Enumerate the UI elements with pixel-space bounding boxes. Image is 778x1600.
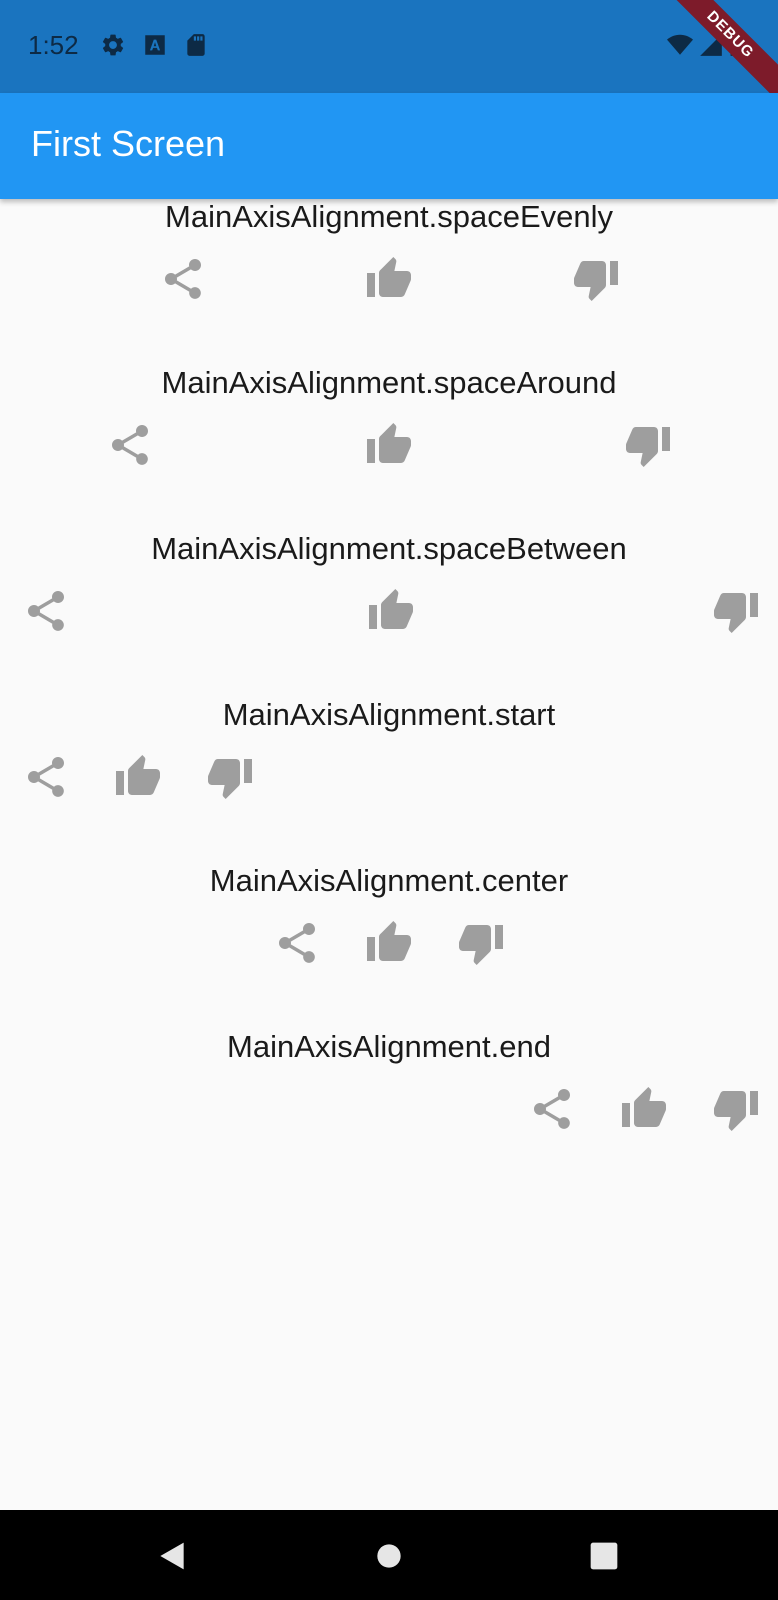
section-label: MainAxisAlignment.spaceEvenly xyxy=(165,199,613,234)
section-center: MainAxisAlignment.center xyxy=(0,863,778,1033)
section-label: MainAxisAlignment.spaceBetween xyxy=(151,531,627,566)
thumb-down-icon xyxy=(712,1085,760,1133)
section-space-around: MainAxisAlignment.spaceAround xyxy=(0,365,778,535)
share-icon xyxy=(273,919,321,967)
thumb-up-icon xyxy=(365,421,413,469)
section-space-between: MainAxisAlignment.spaceBetween xyxy=(0,531,778,701)
thumb-down-icon xyxy=(457,919,505,967)
icon-row xyxy=(0,587,778,635)
back-icon[interactable] xyxy=(152,1536,192,1576)
thumb-up-icon xyxy=(365,919,413,967)
thumb-down-icon xyxy=(712,587,760,635)
share-icon xyxy=(528,1085,576,1133)
navigation-bar xyxy=(0,1510,778,1600)
icon-row xyxy=(0,255,778,303)
thumb-up-icon xyxy=(365,255,413,303)
status-bar: 1:52 DEBUG xyxy=(0,0,778,93)
page-title: First Screen xyxy=(31,123,226,164)
thumb-up-icon xyxy=(620,1085,668,1133)
thumb-down-icon xyxy=(206,753,254,801)
section-end: MainAxisAlignment.end xyxy=(0,1029,778,1199)
recents-icon[interactable] xyxy=(584,1536,624,1576)
home-icon[interactable] xyxy=(369,1536,409,1576)
icon-row xyxy=(0,753,778,801)
thumb-up-icon xyxy=(114,753,162,801)
section-label: MainAxisAlignment.end xyxy=(227,1029,551,1064)
section-label: MainAxisAlignment.start xyxy=(222,697,556,732)
section-label: MainAxisAlignment.center xyxy=(209,863,569,898)
share-icon xyxy=(106,421,154,469)
settings-icon xyxy=(100,32,126,58)
icon-row xyxy=(0,421,778,469)
thumb-down-icon xyxy=(624,421,672,469)
share-icon xyxy=(22,753,70,801)
icon-row xyxy=(0,1085,778,1133)
sd-card-icon xyxy=(183,32,209,58)
icon-row xyxy=(0,919,778,967)
status-time: 1:52 xyxy=(28,30,79,60)
share-icon xyxy=(159,255,207,303)
share-icon xyxy=(22,587,70,635)
thumb-down-icon xyxy=(572,255,620,303)
thumb-up-icon xyxy=(367,587,415,635)
wifi-icon xyxy=(665,32,695,58)
app-bar: First Screen xyxy=(0,93,778,199)
section-label: MainAxisAlignment.spaceAround xyxy=(161,365,617,400)
section-space-evenly: MainAxisAlignment.spaceEvenly xyxy=(0,199,778,369)
a-icon xyxy=(142,32,168,58)
section-start: MainAxisAlignment.start xyxy=(0,697,778,867)
